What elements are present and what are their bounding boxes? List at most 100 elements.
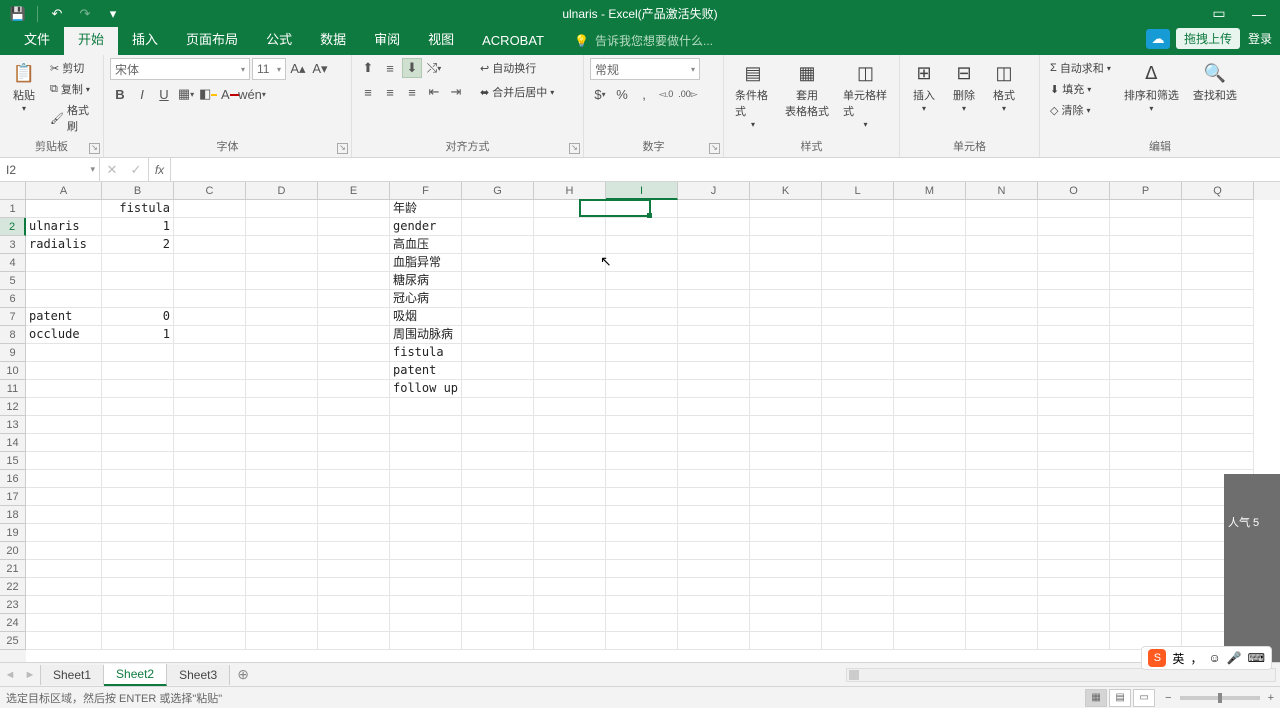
cell-O4[interactable] [1038,254,1110,272]
cell-B17[interactable] [102,488,174,506]
cell-M13[interactable] [894,416,966,434]
cell-J20[interactable] [678,542,750,560]
percent-button[interactable]: % [612,84,632,104]
font-color-button[interactable]: A [220,84,240,104]
cell-D10[interactable] [246,362,318,380]
cell-G4[interactable] [462,254,534,272]
cell-D12[interactable] [246,398,318,416]
row-header-7[interactable]: 7 [0,308,26,326]
cell-L5[interactable] [822,272,894,290]
cell-N7[interactable] [966,308,1038,326]
cell-G9[interactable] [462,344,534,362]
cell-D11[interactable] [246,380,318,398]
cell-E3[interactable] [318,236,390,254]
login-link[interactable]: 登录 [1246,26,1274,51]
decrease-decimal-button[interactable]: .00▻ [678,84,698,104]
cell-J8[interactable] [678,326,750,344]
cell-F16[interactable] [390,470,462,488]
sheet-tab-2[interactable]: Sheet2 [104,664,167,686]
cell-B19[interactable] [102,524,174,542]
cell-A17[interactable] [26,488,102,506]
cell-K19[interactable] [750,524,822,542]
cell-I14[interactable] [606,434,678,452]
cell-D4[interactable] [246,254,318,272]
cell-B21[interactable] [102,560,174,578]
sort-filter-button[interactable]: ᐃ排序和筛选▾ [1119,58,1184,115]
cell-J16[interactable] [678,470,750,488]
cell-H3[interactable] [534,236,606,254]
cell-K6[interactable] [750,290,822,308]
row-header-18[interactable]: 18 [0,506,26,524]
cell-Q6[interactable] [1182,290,1254,308]
cell-H21[interactable] [534,560,606,578]
cell-A18[interactable] [26,506,102,524]
font-dialog-launcher[interactable]: ↘ [337,143,348,154]
cell-C3[interactable] [174,236,246,254]
row-header-6[interactable]: 6 [0,290,26,308]
cell-I22[interactable] [606,578,678,596]
tab-acrobat[interactable]: ACROBAT [468,27,558,55]
cell-B6[interactable] [102,290,174,308]
cell-J9[interactable] [678,344,750,362]
cell-C19[interactable] [174,524,246,542]
cell-G6[interactable] [462,290,534,308]
cell-D19[interactable] [246,524,318,542]
cell-F15[interactable] [390,452,462,470]
cell-G2[interactable] [462,218,534,236]
alignment-dialog-launcher[interactable]: ↘ [569,143,580,154]
cell-C10[interactable] [174,362,246,380]
cell-P17[interactable] [1110,488,1182,506]
cell-P22[interactable] [1110,578,1182,596]
cell-O3[interactable] [1038,236,1110,254]
cell-J12[interactable] [678,398,750,416]
row-header-24[interactable]: 24 [0,614,26,632]
row-header-14[interactable]: 14 [0,434,26,452]
cell-C23[interactable] [174,596,246,614]
cell-E20[interactable] [318,542,390,560]
cell-H10[interactable] [534,362,606,380]
cell-P12[interactable] [1110,398,1182,416]
ime-toolbar[interactable]: S 英 ， ☺ 🎤 ⌨ [1141,646,1272,670]
cell-H7[interactable] [534,308,606,326]
save-button[interactable]: 💾 [6,3,30,25]
cell-L12[interactable] [822,398,894,416]
cell-N1[interactable] [966,200,1038,218]
cell-H12[interactable] [534,398,606,416]
cell-N5[interactable] [966,272,1038,290]
format-table-button[interactable]: ▦套用 表格格式 [780,58,834,121]
decrease-indent-icon[interactable]: ⇤ [424,82,444,102]
cell-H8[interactable] [534,326,606,344]
cell-G12[interactable] [462,398,534,416]
cell-H13[interactable] [534,416,606,434]
cell-B24[interactable] [102,614,174,632]
col-header-L[interactable]: L [822,182,894,200]
cell-O7[interactable] [1038,308,1110,326]
cell-N18[interactable] [966,506,1038,524]
cell-H22[interactable] [534,578,606,596]
cell-A14[interactable] [26,434,102,452]
cell-J14[interactable] [678,434,750,452]
cell-D18[interactable] [246,506,318,524]
cell-D3[interactable] [246,236,318,254]
cell-I17[interactable] [606,488,678,506]
cell-F20[interactable] [390,542,462,560]
cell-J2[interactable] [678,218,750,236]
cell-A25[interactable] [26,632,102,650]
cell-I13[interactable] [606,416,678,434]
cell-F8[interactable]: 周围动脉病 [390,326,462,344]
cell-A12[interactable] [26,398,102,416]
cell-L23[interactable] [822,596,894,614]
cell-E25[interactable] [318,632,390,650]
cell-N10[interactable] [966,362,1038,380]
cell-P20[interactable] [1110,542,1182,560]
orientation-icon[interactable]: ⤭▾ [424,58,444,78]
cell-G24[interactable] [462,614,534,632]
cell-N6[interactable] [966,290,1038,308]
redo-button[interactable]: ↷ [73,3,97,25]
cell-C7[interactable] [174,308,246,326]
sheet-tab-1[interactable]: Sheet1 [40,665,104,685]
autosum-button[interactable]: Σ自动求和▾ [1046,58,1115,78]
page-break-view-button[interactable]: ▭ [1133,689,1155,707]
cell-J15[interactable] [678,452,750,470]
cell-A19[interactable] [26,524,102,542]
